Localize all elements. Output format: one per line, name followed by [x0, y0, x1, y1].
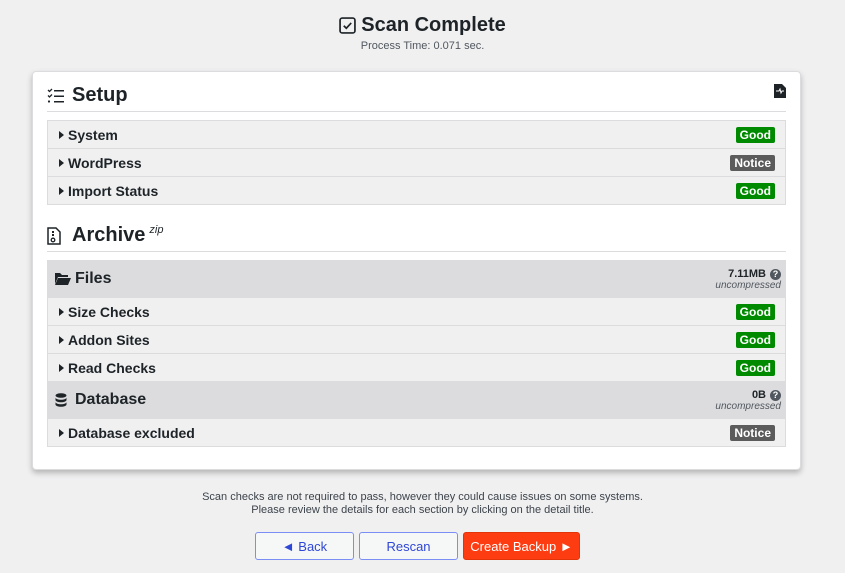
caret-right-icon: [59, 186, 64, 195]
scan-results-panel: Setup System Good WordPress Notice Impor…: [32, 71, 801, 470]
file-zip-icon: [47, 226, 65, 245]
caret-right-icon: [59, 307, 64, 316]
status-badge: Notice: [730, 424, 775, 441]
create-backup-button[interactable]: Create Backup ►: [463, 532, 580, 560]
check-label: Import Status: [68, 182, 159, 199]
checklist-icon: [47, 87, 65, 105]
database-size: 0B? uncompressed: [715, 388, 781, 412]
archive-title: Archive: [72, 224, 146, 246]
check-label: Addon Sites: [68, 331, 150, 348]
archive-format: zip: [149, 223, 164, 236]
check-row-read-checks[interactable]: Read Checks Good: [48, 354, 785, 382]
scan-note-line-1: Scan checks are not required to pass, ho…: [202, 491, 643, 503]
files-title: Files: [75, 270, 112, 287]
caret-right-icon: [59, 428, 64, 437]
setup-checks: System Good WordPress Notice Import Stat…: [47, 120, 786, 205]
status-badge: Good: [735, 126, 775, 143]
caret-right-icon: [59, 130, 64, 139]
check-square-icon: [339, 17, 357, 34]
check-label: Size Checks: [68, 303, 150, 320]
status-badge: Good: [735, 303, 775, 320]
check-row-import-status[interactable]: Import Status Good: [48, 177, 785, 204]
check-label: System: [68, 126, 118, 143]
database-header: Database 0B? uncompressed: [48, 382, 785, 419]
files-header: Files 7.11MB? uncompressed: [48, 261, 785, 298]
database-icon: [55, 393, 71, 407]
files-size-value: 7.11MB: [728, 268, 766, 280]
archive-checks: Files 7.11MB? uncompressed Size Checks G…: [47, 260, 786, 447]
setup-section-title: Setup: [47, 84, 786, 112]
files-size: 7.11MB? uncompressed: [715, 267, 781, 291]
setup-title: Setup: [72, 84, 128, 106]
check-row-system[interactable]: System Good: [48, 121, 785, 149]
scan-note-line-2: Please review the details for each secti…: [251, 504, 594, 516]
check-label: WordPress: [68, 154, 142, 171]
check-label: Database excluded: [68, 424, 195, 441]
database-title: Database: [75, 391, 147, 408]
process-time: Process Time: 0.071 sec.: [360, 40, 485, 52]
database-size-note: uncompressed: [715, 401, 781, 412]
status-badge: Good: [735, 182, 775, 199]
scan-header: Scan Complete Process Time: 0.071 sec.: [0, 14, 845, 52]
action-buttons: ◄ Back Rescan Create Backup ►: [255, 532, 580, 560]
file-report-icon[interactable]: [774, 84, 786, 98]
check-row-addon-sites[interactable]: Addon Sites Good: [48, 326, 785, 354]
database-size-value: 0B: [751, 389, 766, 401]
caret-right-icon: [59, 363, 64, 372]
check-row-size-checks[interactable]: Size Checks Good: [48, 298, 785, 326]
caret-right-icon: [59, 335, 64, 344]
status-badge: Good: [735, 331, 775, 348]
check-row-database-excluded[interactable]: Database excluded Notice: [48, 419, 785, 446]
archive-section-title: Archive zip: [47, 224, 786, 252]
help-icon[interactable]: ?: [770, 269, 781, 280]
folder-open-icon: [55, 272, 71, 286]
caret-right-icon: [59, 158, 64, 167]
rescan-button[interactable]: Rescan: [359, 532, 458, 560]
scan-note: Scan checks are not required to pass, ho…: [0, 491, 845, 517]
status-badge: Good: [735, 359, 775, 376]
page-title-text: Scan Complete: [361, 14, 506, 36]
files-size-note: uncompressed: [715, 280, 781, 291]
status-badge: Notice: [730, 154, 775, 171]
back-button[interactable]: ◄ Back: [255, 532, 354, 560]
page-title: Scan Complete: [339, 14, 506, 37]
help-icon[interactable]: ?: [770, 390, 781, 401]
check-label: Read Checks: [68, 359, 156, 376]
check-row-wordpress[interactable]: WordPress Notice: [48, 149, 785, 177]
